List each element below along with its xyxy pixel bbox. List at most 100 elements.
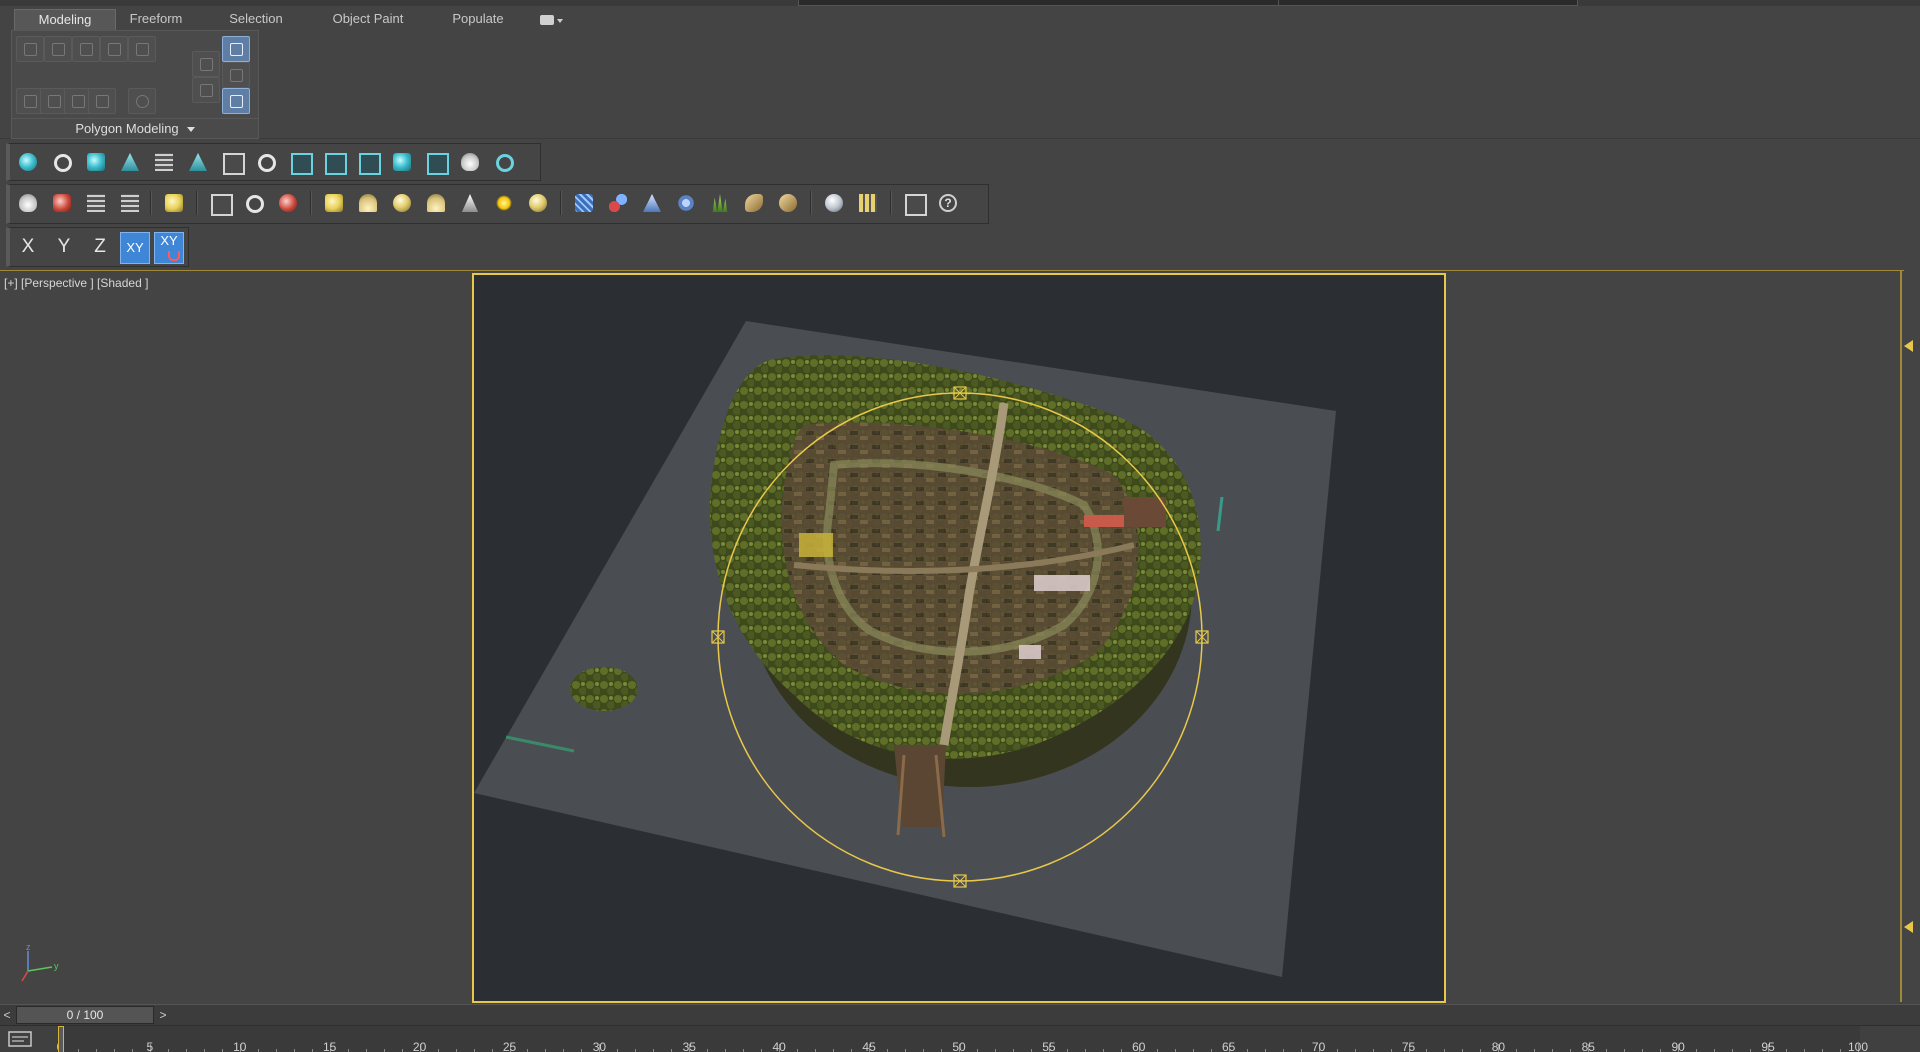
render-setup-button[interactable]: [48, 189, 76, 217]
camera-group-button[interactable]: [82, 148, 110, 176]
panel-button[interactable]: [82, 189, 110, 217]
tree-icon: [121, 153, 139, 171]
sun-icon: [495, 194, 513, 212]
sun-light-button[interactable]: [48, 148, 76, 176]
time-slider-thumb[interactable]: 0 / 100: [16, 1006, 154, 1024]
dome-button[interactable]: [354, 189, 382, 217]
teapot-primitive-icon: [427, 194, 445, 212]
striped-tents: [1034, 575, 1090, 591]
timeline-tick-label: 20: [412, 1040, 427, 1052]
collapse-button[interactable]: [88, 88, 116, 114]
camera-seq-button[interactable]: [206, 189, 234, 217]
ribbon-options-icon[interactable]: [540, 15, 554, 25]
curve-editor-icon[interactable]: [8, 1030, 32, 1048]
shader-ball-button[interactable]: [820, 189, 848, 217]
hair-grid-button[interactable]: [570, 189, 598, 217]
tree-button[interactable]: [116, 148, 144, 176]
cone-button[interactable]: [456, 189, 484, 217]
clipboard-button[interactable]: [900, 189, 928, 217]
axis-xy-snap-button[interactable]: XY: [154, 232, 184, 264]
perspective-viewport[interactable]: [+] [Perspective ] [Shaded ] z y: [0, 270, 1904, 1003]
light-lister-button[interactable]: [160, 189, 188, 217]
render-frame-icon: [291, 153, 313, 175]
striped-tents: [1019, 645, 1041, 659]
help-button[interactable]: ?: [934, 189, 962, 217]
tab-freeform[interactable]: Freeform: [118, 9, 194, 29]
timeline-tick-label: 100: [1847, 1040, 1869, 1052]
timeline-tick-label: 55: [1042, 1040, 1056, 1052]
cut-button[interactable]: [192, 77, 220, 103]
axis-x-button[interactable]: X: [14, 232, 42, 262]
play-frame-button[interactable]: [354, 148, 382, 176]
zip-button[interactable]: [774, 189, 802, 217]
tag-button[interactable]: [218, 148, 246, 176]
frame-button[interactable]: [422, 148, 450, 176]
clipboard-icon: [905, 194, 927, 216]
track-bar[interactable]: 0510152025303540455055606570758085909510…: [0, 1025, 1920, 1052]
prism-button[interactable]: [184, 148, 212, 176]
material-button[interactable]: [240, 189, 268, 217]
time-slider[interactable]: < 0 / 100 >: [0, 1004, 1920, 1025]
end-result-icon: [230, 95, 243, 108]
ring-button[interactable]: [252, 148, 280, 176]
film-button[interactable]: [274, 189, 302, 217]
hair-button[interactable]: [740, 189, 768, 217]
material-grid-button[interactable]: [854, 189, 882, 217]
playhead[interactable]: [58, 1026, 64, 1052]
svg-text:y: y: [54, 961, 59, 971]
axis-xy-button[interactable]: XY: [120, 232, 150, 264]
vertex-button[interactable]: [16, 36, 44, 62]
toolbar-row-1: [6, 143, 541, 181]
teapot-primitive-button[interactable]: [422, 189, 450, 217]
hair-icon: [745, 194, 763, 212]
edge-button[interactable]: [44, 36, 72, 62]
element-button[interactable]: [128, 36, 156, 62]
tab-object-paint[interactable]: Object Paint: [318, 9, 418, 29]
polygon-modeling-dropdown[interactable]: Polygon Modeling: [12, 118, 258, 139]
time-next-button[interactable]: >: [156, 1007, 170, 1023]
pyramid-icon: [643, 194, 661, 212]
ignore-backfacing-button[interactable]: [222, 36, 250, 62]
plane-button[interactable]: [320, 189, 348, 217]
grass-button[interactable]: [706, 189, 734, 217]
move-frame-icon: [325, 153, 347, 175]
teapot-render-button[interactable]: [14, 189, 42, 217]
camera-button[interactable]: [388, 148, 416, 176]
light-bulb-button[interactable]: [14, 148, 42, 176]
grid-icon: [121, 194, 139, 212]
timeline-tick-label: 60: [1132, 1040, 1146, 1052]
axis-y-button[interactable]: Y: [50, 232, 78, 262]
move-frame-button[interactable]: [320, 148, 348, 176]
teapot-button[interactable]: [456, 148, 484, 176]
tab-populate[interactable]: Populate: [440, 9, 516, 29]
render-frame-button[interactable]: [286, 148, 314, 176]
backface-icon: [230, 43, 243, 56]
timeline-ruler[interactable]: 0510152025303540455055606570758085909510…: [57, 1026, 1868, 1052]
list-button[interactable]: [150, 148, 178, 176]
grow-button[interactable]: [222, 62, 250, 88]
bulb-button[interactable]: [490, 148, 518, 176]
gear-button[interactable]: [672, 189, 700, 217]
tab-modeling[interactable]: Modeling: [14, 9, 116, 30]
pyramid-button[interactable]: [638, 189, 666, 217]
chevron-down-icon[interactable]: [557, 19, 563, 23]
ball-button[interactable]: [524, 189, 552, 217]
border-button[interactable]: [72, 36, 100, 62]
show-end-result-button[interactable]: [222, 88, 250, 114]
grid-button[interactable]: [116, 189, 144, 217]
axis-z-button[interactable]: Z: [86, 232, 114, 262]
time-prev-button[interactable]: <: [0, 1007, 14, 1023]
sphere-button[interactable]: [388, 189, 416, 217]
molecule-button[interactable]: [604, 189, 632, 217]
toolbar-separator: [890, 191, 892, 215]
preview-button[interactable]: [128, 88, 156, 114]
tab-selection[interactable]: Selection: [218, 9, 294, 29]
viewport-label[interactable]: [+] [Perspective ] [Shaded ]: [4, 276, 148, 290]
swift-loop-button[interactable]: [192, 51, 220, 77]
sun-light-icon: [54, 154, 72, 172]
camera-icon: [393, 153, 411, 171]
polygon-button[interactable]: [100, 36, 128, 62]
edge-icon: [52, 43, 65, 56]
prism-icon: [189, 153, 207, 171]
sun-button[interactable]: [490, 189, 518, 217]
